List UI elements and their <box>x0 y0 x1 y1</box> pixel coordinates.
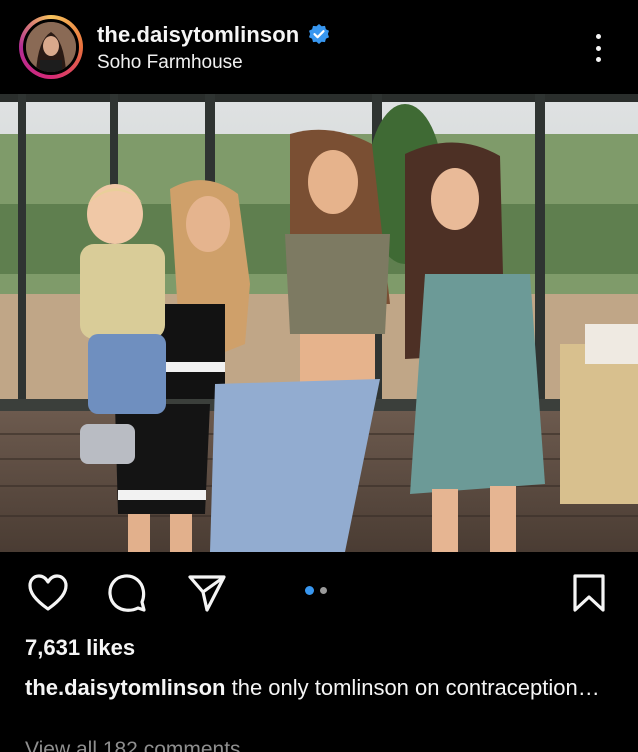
caption-text: the only tomlinson on contraception… <box>225 675 600 700</box>
carousel-dot-active <box>305 586 314 595</box>
more-dot <box>595 45 601 51</box>
carousel-dot <box>320 587 327 594</box>
save-button[interactable] <box>568 572 610 614</box>
username[interactable]: the.daisytomlinson <box>97 22 299 48</box>
avatar[interactable] <box>23 19 79 75</box>
comment-button[interactable] <box>106 572 148 614</box>
username-row: the.daisytomlinson <box>97 22 331 48</box>
avatar-image <box>26 22 76 72</box>
story-ring[interactable] <box>19 15 83 79</box>
view-comments-link[interactable]: View all 182 comments <box>25 738 241 752</box>
like-button[interactable] <box>27 572 69 614</box>
bookmark-icon <box>573 574 605 612</box>
caption: the.daisytomlinson the only tomlinson on… <box>25 672 615 704</box>
post-photo[interactable] <box>0 94 638 552</box>
comment-icon <box>108 574 146 612</box>
verified-badge-icon <box>309 24 330 44</box>
share-button[interactable] <box>186 572 228 614</box>
post-header: the.daisytomlinson Soho Farmhouse <box>0 0 638 94</box>
more-options-icon[interactable] <box>586 32 610 64</box>
caption-username[interactable]: the.daisytomlinson <box>25 675 225 700</box>
more-dot <box>595 34 601 39</box>
likes-count[interactable]: 7,631 likes <box>25 635 135 661</box>
heart-icon <box>28 574 68 611</box>
location-link[interactable]: Soho Farmhouse <box>97 52 243 74</box>
carousel-indicator <box>305 586 327 595</box>
paper-plane-icon <box>188 575 226 612</box>
more-dot <box>595 57 601 62</box>
photo-image <box>0 94 638 552</box>
